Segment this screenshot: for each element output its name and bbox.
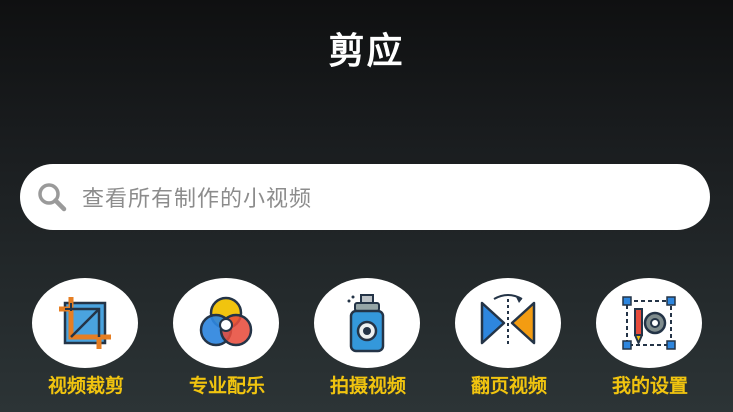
color-circles-icon bbox=[199, 296, 253, 347]
menu-circle bbox=[455, 278, 561, 368]
menu-label: 专业配乐 bbox=[188, 375, 265, 397]
camera-icon bbox=[347, 294, 385, 353]
crop-icon bbox=[59, 297, 111, 349]
menu-item-music[interactable]: 专业配乐 bbox=[167, 278, 287, 408]
menu-circle bbox=[173, 278, 279, 368]
menu-item-settings[interactable]: 我的设置 bbox=[590, 278, 710, 408]
search-placeholder: 查看所有制作的小视频 bbox=[82, 187, 313, 212]
menu-circle bbox=[314, 278, 420, 368]
app-title: 剪应 bbox=[328, 31, 405, 72]
menu-label: 我的设置 bbox=[611, 375, 688, 397]
menu-circle bbox=[32, 278, 138, 368]
settings-icon bbox=[622, 296, 676, 350]
menu-label: 拍摄视频 bbox=[329, 375, 406, 397]
menu-label: 视频裁剪 bbox=[47, 375, 124, 397]
flip-page-icon bbox=[480, 294, 536, 347]
menu-circle bbox=[596, 278, 702, 368]
search-bar[interactable]: 查看所有制作的小视频 bbox=[20, 164, 710, 230]
search-icon bbox=[38, 183, 67, 212]
menu-label: 翻页视频 bbox=[470, 375, 547, 397]
menu-item-flip-video[interactable]: 翻页视频 bbox=[449, 278, 569, 408]
menu-item-video-crop[interactable]: 视频裁剪 bbox=[26, 278, 146, 408]
menu-item-shoot-video[interactable]: 拍摄视频 bbox=[308, 278, 428, 408]
